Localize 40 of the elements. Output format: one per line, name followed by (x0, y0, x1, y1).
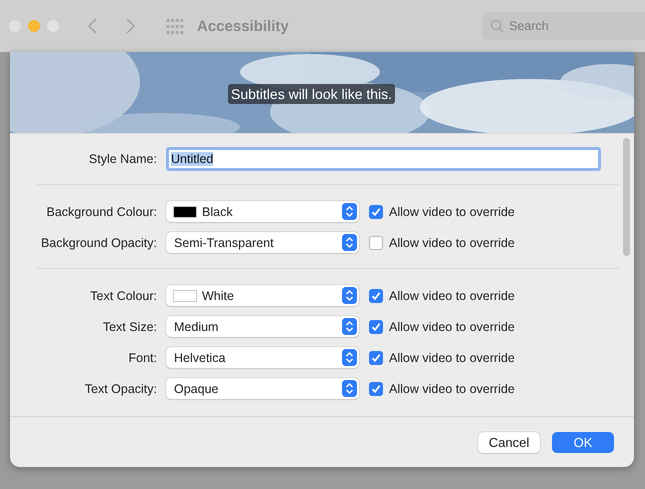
checkbox[interactable] (369, 382, 383, 396)
minimize-button[interactable] (28, 20, 40, 32)
search-icon (490, 19, 504, 33)
popup-button[interactable]: Opaque (166, 378, 359, 399)
grid-icon[interactable] (166, 17, 184, 35)
stepper-icon (342, 380, 357, 397)
field-label: Background Opacity: (40, 236, 157, 250)
checkbox[interactable] (369, 236, 383, 250)
checkbox-label[interactable]: Allow video to override (389, 204, 515, 218)
popup-button[interactable]: Black (166, 201, 359, 222)
checkbox-label[interactable]: Allow video to override (389, 288, 515, 302)
field-label: Font: (128, 350, 157, 364)
ok-button[interactable]: OK (552, 432, 614, 452)
field-label: Text Opacity: (84, 382, 157, 396)
input-field[interactable]: Untitled (166, 146, 601, 170)
field-label: Background Colour: (46, 204, 157, 218)
subtitle-preview: Subtitles will look like this. (228, 84, 396, 104)
stepper-icon (342, 349, 357, 366)
popup-button[interactable]: White (166, 285, 359, 306)
checkbox[interactable] (369, 350, 383, 364)
checkbox-label[interactable]: Allow video to override (389, 320, 515, 334)
popup-button[interactable]: Semi-Transparent (166, 232, 359, 253)
checkbox-label[interactable]: Allow video to override (389, 382, 515, 396)
cancel-button[interactable]: Cancel (478, 432, 540, 452)
checkbox-label[interactable]: Allow video to override (389, 350, 515, 364)
field-label: Text Colour: (89, 288, 157, 302)
window-title: Accessibility (197, 18, 289, 34)
stepper-icon (342, 203, 357, 220)
checkbox-label[interactable]: Allow video to override (389, 236, 515, 250)
checkbox[interactable] (369, 320, 383, 334)
popup-button[interactable]: Helvetica (166, 347, 359, 368)
checkbox[interactable] (369, 288, 383, 302)
stepper-icon (342, 287, 357, 304)
popup-button[interactable]: Medium (166, 316, 359, 337)
stepper-icon (342, 234, 357, 251)
field-label: Text Size: (102, 320, 157, 334)
stepper-icon (342, 318, 357, 335)
checkbox[interactable] (369, 204, 383, 218)
scrollbar[interactable] (623, 138, 630, 256)
field-label: Style Name: (88, 152, 157, 166)
